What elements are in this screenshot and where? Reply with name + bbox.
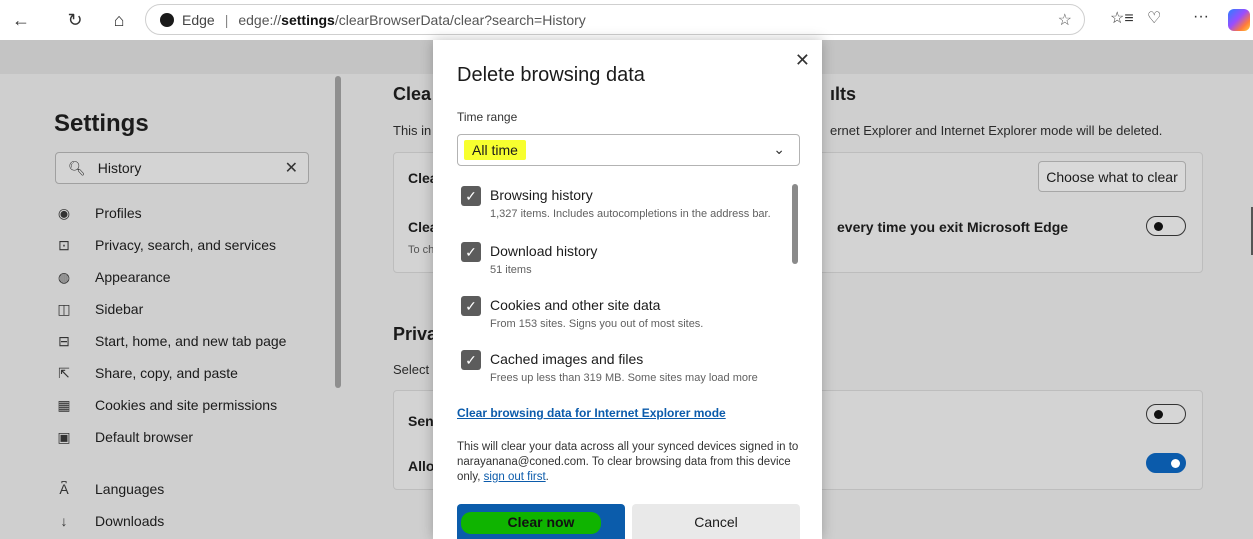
copilot-icon[interactable] (1228, 9, 1250, 31)
address-bar[interactable]: Edge | edge://settings/clearBrowserData/… (145, 4, 1085, 35)
sidebar-item-label: Start, home, and new tab page (95, 333, 287, 349)
address-separator: | (224, 11, 229, 28)
time-range-label: Time range (457, 110, 518, 124)
clear-now-button[interactable]: Clear now (457, 504, 625, 539)
sidebar-icon: ◫ (57, 300, 71, 317)
sidebar-item-label: Appearance (95, 269, 171, 285)
close-icon[interactable]: ✕ (795, 50, 810, 71)
section-clear-desc-left: This in (393, 123, 432, 138)
search-value: History (97, 160, 142, 176)
privacy-row2-toggle[interactable] (1146, 453, 1186, 473)
url-settings: settings (281, 11, 335, 28)
sidebar-item-downloads[interactable]: ↓ Downloads (55, 509, 165, 533)
clear-search-icon[interactable]: ✕ (285, 158, 298, 178)
item-desc: Frees up less than 319 MB. Some sites ma… (490, 372, 758, 384)
cancel-button[interactable]: Cancel (632, 504, 800, 539)
sidebar-item-label: Share, copy, and paste (95, 365, 238, 381)
search-icon: 🔍︎ (68, 159, 86, 176)
download-icon: ↓ (60, 513, 68, 529)
checkbox-download-history[interactable]: ✓ (461, 242, 481, 262)
list-item[interactable]: ✓ Cookies and other site data From 153 s… (461, 296, 781, 336)
home-icon[interactable]: ⌂ (104, 5, 134, 35)
sidebar-item-label: Sidebar (95, 301, 144, 317)
refresh-icon[interactable]: ↻ (60, 5, 90, 35)
profile-icon: ◉ (57, 204, 71, 221)
note-end: . (545, 471, 549, 483)
clear-on-exit-row-text: every time you exit Microsoft Edge (837, 219, 1069, 235)
chevron-down-icon: ⌄ (773, 141, 785, 157)
sync-note: This will clear your data across all you… (457, 440, 802, 485)
item-desc: 51 items (490, 264, 532, 276)
languages-icon: A͆ (59, 481, 69, 497)
section-privacy-desc: Select (393, 362, 430, 377)
default-browser-icon: ▣ (57, 428, 71, 445)
sidebar-item-share[interactable]: ⇱ Share, copy, and paste (55, 361, 238, 385)
url-path: /clearBrowserData/clear?search=History (334, 11, 586, 28)
sidebar-item-label: Languages (95, 481, 165, 497)
item-desc: 1,327 items. Includes autocompletions in… (490, 208, 771, 220)
checkbox-browsing-history[interactable]: ✓ (461, 186, 481, 206)
browser-essentials-icon[interactable]: ♡ (1147, 8, 1161, 28)
edge-logo-icon (160, 12, 174, 27)
share-icon: ⇱ (58, 364, 70, 381)
lock-icon: ⊡ (58, 236, 70, 253)
favorites-list-icon[interactable]: ☆≡ (1110, 8, 1134, 28)
delete-browsing-data-dialog: ✕ Delete browsing data Time range All ti… (433, 40, 822, 539)
sidebar-item-label: Default browser (95, 429, 194, 445)
dialog-title: Delete browsing data (457, 64, 645, 86)
item-desc: From 153 sites. Signs you out of most si… (490, 318, 704, 330)
sidebar-scrollbar[interactable] (335, 76, 341, 388)
item-title: Cached images and files (490, 351, 644, 367)
sidebar-item-label: Downloads (95, 513, 165, 529)
cookie-permissions-icon: ▦ (57, 396, 71, 413)
sidebar-item-start-home[interactable]: ⊟ Start, home, and new tab page (55, 329, 286, 353)
checkbox-cached-images[interactable]: ✓ (461, 350, 481, 370)
ie-mode-link[interactable]: Clear browsing data for Internet Explore… (457, 406, 726, 420)
clear-now-label: Clear now (507, 514, 575, 530)
section-clear-heading-right: ılts (830, 84, 857, 104)
data-types-list: ✓ Browsing history 1,327 items. Includes… (457, 180, 802, 392)
privacy-row2-label: Allo (408, 458, 435, 474)
checkbox-cookies[interactable]: ✓ (461, 296, 481, 316)
time-range-select[interactable]: All time ⌄ (457, 134, 800, 166)
sidebar-item-default-browser[interactable]: ▣ Default browser (55, 425, 193, 449)
sidebar-item-label: Profiles (95, 205, 142, 221)
clear-on-exit-toggle[interactable] (1146, 216, 1186, 236)
url-prefix: edge:// (238, 11, 282, 28)
favorite-star-icon[interactable]: ☆ (1058, 10, 1072, 30)
section-clear-heading-left: Clea (393, 84, 432, 104)
time-range-value: All time (464, 140, 526, 160)
list-item[interactable]: ✓ Download history 51 items (461, 242, 781, 282)
privacy-row1-toggle[interactable] (1146, 404, 1186, 424)
choose-what-to-clear-button[interactable]: Choose what to clear (1038, 161, 1186, 192)
back-icon[interactable]: ← (6, 5, 36, 35)
list-scrollbar[interactable] (792, 184, 798, 264)
item-title: Download history (490, 243, 598, 259)
site-label: Edge (182, 11, 215, 28)
item-title: Cookies and other site data (490, 297, 661, 313)
more-icon[interactable]: ··· (1193, 8, 1209, 26)
palette-icon: ◍ (57, 268, 71, 285)
sidebar-item-cookies[interactable]: ▦ Cookies and site permissions (55, 393, 277, 417)
sign-out-link[interactable]: sign out first (484, 471, 546, 483)
settings-search-input[interactable]: 🔍︎ History ✕ (55, 152, 309, 184)
clear-on-exit-sub: To ch (408, 244, 435, 256)
settings-title: Settings (54, 110, 149, 137)
sidebar-item-languages[interactable]: A͆ Languages (55, 477, 164, 501)
list-item[interactable]: ✓ Cached images and files Frees up less … (461, 350, 781, 390)
sidebar-item-profiles[interactable]: ◉ Profiles (55, 201, 142, 225)
sidebar-item-sidebar[interactable]: ◫ Sidebar (55, 297, 143, 321)
sidebar-item-label: Cookies and site permissions (95, 397, 278, 413)
section-clear-desc-right: ernet Explorer and Internet Explorer mod… (830, 123, 1163, 138)
list-item[interactable]: ✓ Browsing history 1,327 items. Includes… (461, 186, 781, 236)
home-page-icon: ⊟ (58, 332, 70, 349)
browser-toolbar: ← ↻ ⌂ Edge | edge://settings/clearBrowse… (0, 0, 1253, 40)
section-privacy-heading: Priva (393, 324, 438, 344)
privacy-row1-label: Sen (408, 413, 434, 429)
sidebar-item-appearance[interactable]: ◍ Appearance (55, 265, 171, 289)
sidebar-item-label: Privacy, search, and services (95, 237, 277, 253)
item-title: Browsing history (490, 187, 593, 203)
sidebar-item-privacy[interactable]: ⊡ Privacy, search, and services (55, 233, 276, 257)
